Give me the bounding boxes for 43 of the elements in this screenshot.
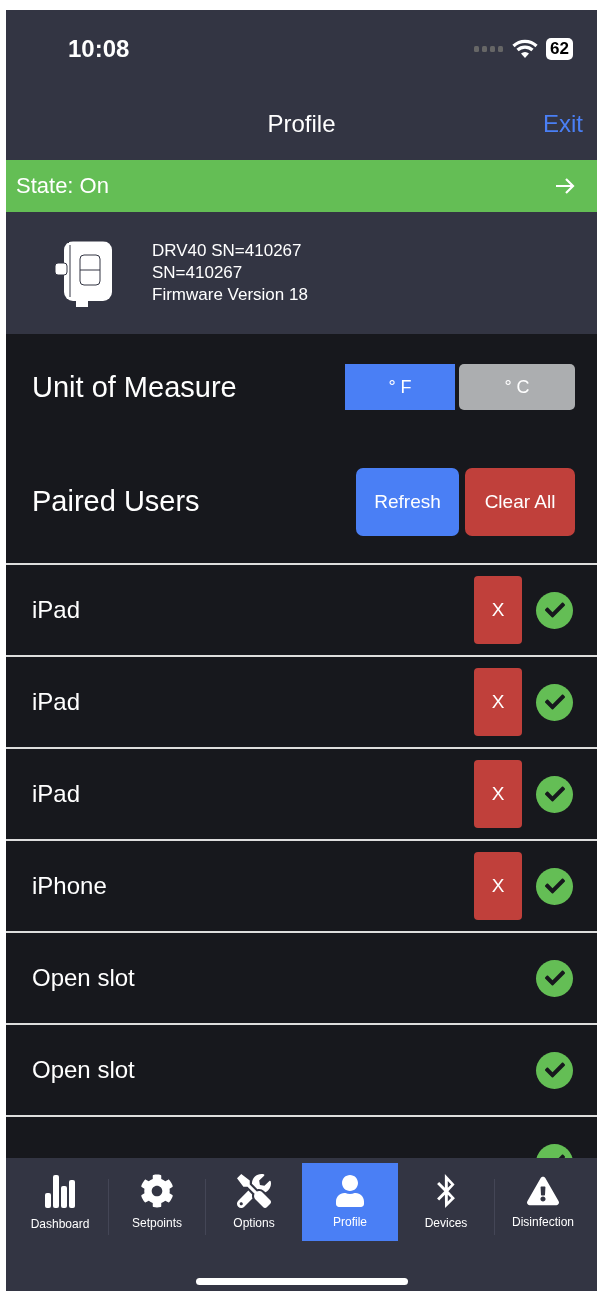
status-time: 10:08	[68, 35, 130, 63]
check-icon	[536, 959, 573, 997]
exit-link[interactable]: Exit	[543, 110, 583, 138]
check-icon	[536, 591, 573, 629]
user-name: iPad	[32, 688, 81, 716]
bar-chart-icon	[44, 1173, 76, 1209]
warning-icon	[527, 1175, 559, 1207]
device-info-line: DRV40 SN=410267	[152, 241, 303, 261]
signal-icon	[474, 46, 505, 52]
user-name: Open slot	[32, 1056, 135, 1084]
remove-button[interactable]: X	[474, 668, 522, 736]
tab[interactable]: Setpoints	[109, 1163, 205, 1241]
check-icon	[536, 683, 573, 721]
check-icon	[536, 1051, 573, 1089]
tab[interactable]: Devices	[398, 1163, 494, 1241]
user-name: Open slot	[32, 964, 135, 992]
remove-button[interactable]: X	[474, 852, 522, 920]
arrow-right-icon	[555, 178, 575, 194]
page-title: Profile	[267, 110, 336, 138]
gear-icon	[140, 1174, 174, 1208]
remove-button[interactable]: X	[474, 760, 522, 828]
check-icon	[536, 775, 573, 813]
paired-users-label: Paired Users	[32, 485, 200, 518]
unit-of-measure-label: Unit of Measure	[32, 370, 237, 404]
tab[interactable]: Disinfection	[495, 1163, 591, 1241]
tools-icon	[237, 1174, 271, 1208]
user-name: iPhone	[32, 872, 107, 900]
tab[interactable]: Dashboard	[12, 1163, 108, 1241]
unit-toggle[interactable]: ° F	[345, 364, 455, 410]
refresh-button[interactable]: Refresh	[356, 467, 459, 536]
remove-button[interactable]: X	[474, 576, 522, 644]
clear-all-button[interactable]: Clear All	[465, 467, 575, 536]
person-icon	[334, 1175, 366, 1207]
tab[interactable]: Options	[206, 1163, 302, 1241]
tab[interactable]: Profile	[302, 1163, 398, 1241]
check-icon	[536, 867, 573, 905]
state-label: State: On	[16, 173, 109, 199]
wifi-icon	[512, 39, 539, 59]
device-info-line: SN=410267	[152, 263, 244, 283]
device-info-line: Firmware Version 18	[152, 285, 308, 305]
user-name: iPad	[32, 596, 81, 624]
battery-level: 62	[546, 38, 573, 60]
user-name: iPad	[32, 780, 81, 808]
